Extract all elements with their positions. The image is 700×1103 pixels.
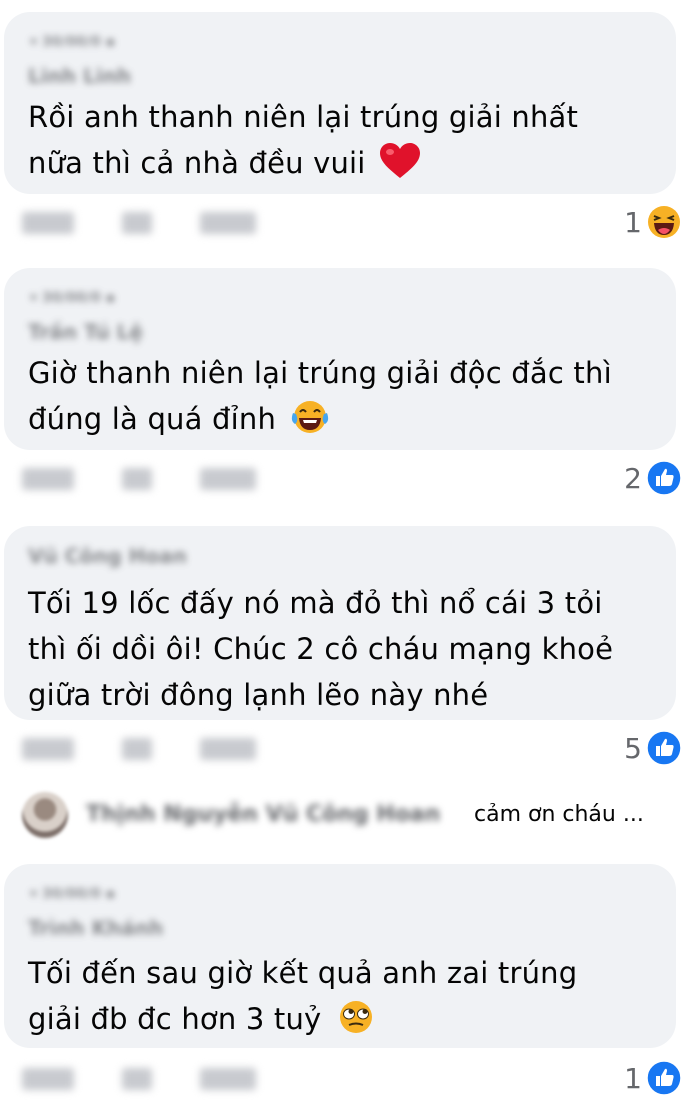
reaction-summary-4[interactable]: 1 <box>624 1060 682 1096</box>
rolling-eyes-emoji-icon <box>339 1001 372 1033</box>
like-action[interactable] <box>122 212 152 234</box>
comment-line: Giờ thanh niên lại trúng giải độc đắc th… <box>28 356 612 390</box>
like-icon <box>646 1060 682 1096</box>
reply-action[interactable] <box>200 212 256 234</box>
reply-author[interactable]: Thịnh Nguyễn Vũ Công Hoan <box>86 802 440 827</box>
comment-actions-3 <box>22 732 304 766</box>
comment-author[interactable]: Trần Tú Lệ <box>28 320 143 344</box>
comment-author[interactable]: Trình Khánh <box>28 916 163 940</box>
comment-line: Rồi anh thanh niên lại trúng giải nhất <box>28 100 579 134</box>
timestamp <box>22 738 74 760</box>
like-icon <box>646 730 682 766</box>
reaction-summary-2[interactable]: 2 <box>624 460 682 496</box>
comment-actions-1 <box>22 206 304 240</box>
reply-action[interactable] <box>200 1068 256 1090</box>
reaction-summary-3[interactable]: 5 <box>624 730 682 766</box>
comment-author[interactable]: Vũ Công Hoan <box>28 544 187 568</box>
comment-text: Rồi anh thanh niên lại trúng giải nhất n… <box>28 94 658 186</box>
comment-meta: ▾ 30/00/0 ▪ <box>30 886 116 902</box>
reply-action[interactable] <box>200 738 256 760</box>
heart-emoji-icon <box>379 143 420 178</box>
tears-of-joy-emoji-icon <box>292 401 329 433</box>
comment-bubble-3: Vũ Công Hoan Tối 19 lốc đấy nó mà đỏ thì… <box>4 526 676 720</box>
reply-action[interactable] <box>200 468 256 490</box>
comment-bubble-1: ▾ 30/00/0 ▪ Linh Linh Rồi anh thanh niên… <box>4 12 676 194</box>
reaction-count: 1 <box>624 205 642 239</box>
timestamp <box>22 468 74 490</box>
haha-icon <box>648 206 680 238</box>
like-icon <box>646 460 682 496</box>
reply-text: cảm ơn cháu ... <box>474 802 644 827</box>
avatar[interactable] <box>22 792 68 838</box>
comment-author[interactable]: Linh Linh <box>28 64 131 88</box>
like-action[interactable] <box>122 1068 152 1090</box>
reply-preview[interactable]: Thịnh Nguyễn Vũ Công Hoan cảm ơn cháu ..… <box>22 790 682 846</box>
reaction-summary-1[interactable]: 1 <box>624 204 682 240</box>
comment-line: Tối đến sau giờ kết quả anh zai trúng <box>28 956 578 990</box>
comment-text: Tối đến sau giờ kết quả anh zai trúng gi… <box>28 950 658 1042</box>
comment-text: Giờ thanh niên lại trúng giải độc đắc th… <box>28 350 658 442</box>
comment-line: nữa thì cả nhà đều vuii <box>28 140 658 186</box>
comment-line: Tối 19 lốc đấy nó mà đỏ thì nổ cái 3 tỏi <box>28 586 603 620</box>
comment-text: Tối 19 lốc đấy nó mà đỏ thì nổ cái 3 tỏi… <box>28 580 658 718</box>
comment-actions-2 <box>22 462 304 496</box>
timestamp <box>22 1068 74 1090</box>
like-action[interactable] <box>122 468 152 490</box>
comment-bubble-2: ▾ 30/00/0 ▪ Trần Tú Lệ Giờ thanh niên lạ… <box>4 268 676 450</box>
comment-meta: ▾ 30/00/0 ▪ <box>30 34 116 50</box>
comment-line: thì ối dồi ôi! Chúc 2 cô cháu mạng khoẻ <box>28 632 614 666</box>
comment-line: đúng là quá đỉnh <box>28 396 658 442</box>
reaction-count: 1 <box>624 1061 642 1095</box>
reaction-count: 5 <box>624 731 642 765</box>
comment-line: giữa trời đông lạnh lẽo này nhé <box>28 678 489 712</box>
comment-meta: ▾ 30/00/0 ▪ <box>30 290 116 306</box>
reaction-count: 2 <box>624 461 642 495</box>
timestamp <box>22 212 74 234</box>
comment-line: giải đb đc hơn 3 tuỷ <box>28 996 658 1042</box>
comment-actions-4 <box>22 1062 304 1096</box>
like-action[interactable] <box>122 738 152 760</box>
comment-bubble-4: ▾ 30/00/0 ▪ Trình Khánh Tối đến sau giờ … <box>4 864 676 1048</box>
